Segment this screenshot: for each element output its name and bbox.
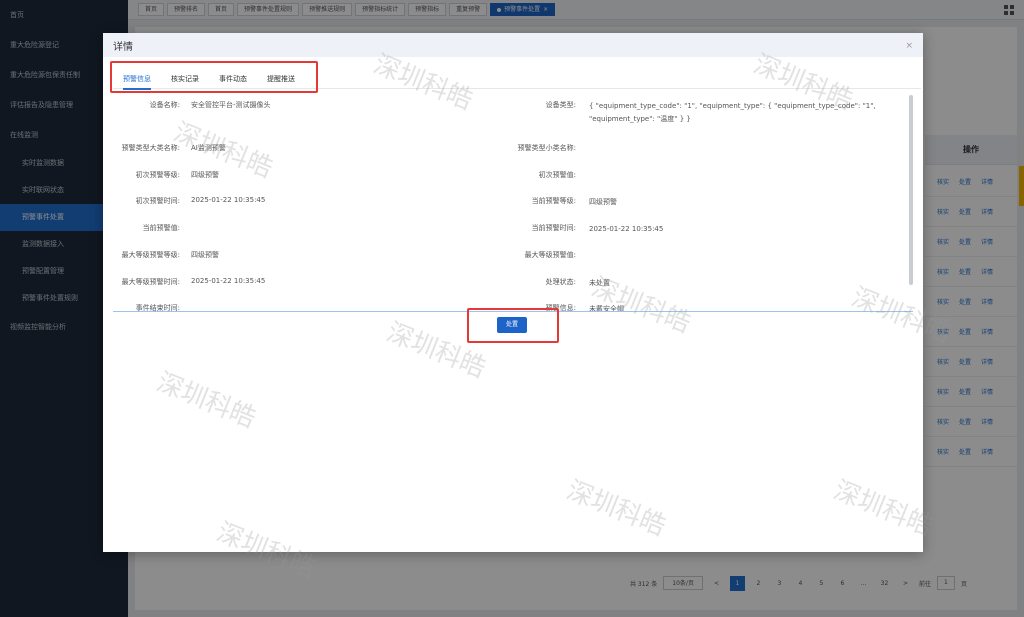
alarm-major-label: 预警类型大类名称: (121, 144, 180, 152)
first-level-value: 四级预警 (191, 171, 219, 179)
highlight-box-tabs (110, 61, 318, 93)
dialog-title: 详情 (113, 42, 133, 53)
device-type-value: { "equipment_type_code": "1", "equipment… (589, 102, 876, 123)
alarm-major-value: AI监测预警 (191, 144, 226, 152)
current-level-label: 当前预警等级: (531, 197, 576, 205)
device-type-label: 设备类型: (545, 101, 576, 109)
max-time-label: 最大等级预警时间: (121, 278, 180, 286)
dialog-header: 详情 × (103, 33, 923, 57)
field-row: 预警类型大类名称: AI监测预警 预警类型小类名称: (103, 143, 903, 159)
first-level-label: 初次预警等级: (135, 171, 180, 179)
device-name-value: 安全管控平台-测试摄像头 (191, 101, 271, 109)
detail-dialog: 详情 × 预警信息 核实记录 事件动态 提醒推送 设备名称: 安全管控平台-测试… (103, 33, 923, 552)
first-time-label: 初次预警时间: (135, 197, 180, 205)
panel-scrollbar[interactable] (909, 95, 913, 285)
max-time-value: 2025-01-22 10:35:45 (191, 277, 266, 285)
field-row: 最大等级预警等级: 四级预警 最大等级预警值: (103, 250, 903, 266)
current-time-label: 当前预警时间: (531, 224, 576, 232)
max-level-label: 最大等级预警等级: (121, 251, 180, 259)
field-row: 设备名称: 安全管控平台-测试摄像头 设备类型: { "equipment_ty… (103, 100, 903, 123)
alarm-info-value: 未戴安全帽 (589, 305, 624, 311)
alarm-minor-label: 预警类型小类名称: (517, 144, 576, 152)
first-value-label: 初次预警值: (538, 171, 576, 179)
alarm-info-panel: 设备名称: 安全管控平台-测试摄像头 设备类型: { "equipment_ty… (103, 93, 923, 311)
current-time-value: 2025-01-22 10:35:45 (589, 225, 664, 233)
close-icon[interactable]: × (905, 41, 913, 51)
device-name-label: 设备名称: (149, 101, 180, 109)
end-time-label: 事件结束时间: (135, 304, 180, 311)
highlight-box-button (467, 308, 559, 343)
field-row: 初次预警时间: 2025-01-22 10:35:45 当前预警等级: 四级预警 (103, 196, 903, 212)
max-value-label: 最大等级预警值: (524, 251, 576, 259)
field-row: 当前预警值: 当前预警时间: 2025-01-22 10:35:45 (103, 223, 903, 239)
current-level-value: 四级预警 (589, 198, 617, 206)
status-label: 处理状态: (545, 278, 576, 286)
field-row: 最大等级预警时间: 2025-01-22 10:35:45 处理状态: 未处置 (103, 277, 903, 293)
current-value-label: 当前预警值: (142, 224, 180, 232)
status-value: 未处置 (589, 279, 610, 287)
field-row: 初次预警等级: 四级预警 初次预警值: (103, 170, 903, 186)
max-level-value: 四级预警 (191, 251, 219, 259)
first-time-value: 2025-01-22 10:35:45 (191, 196, 266, 204)
